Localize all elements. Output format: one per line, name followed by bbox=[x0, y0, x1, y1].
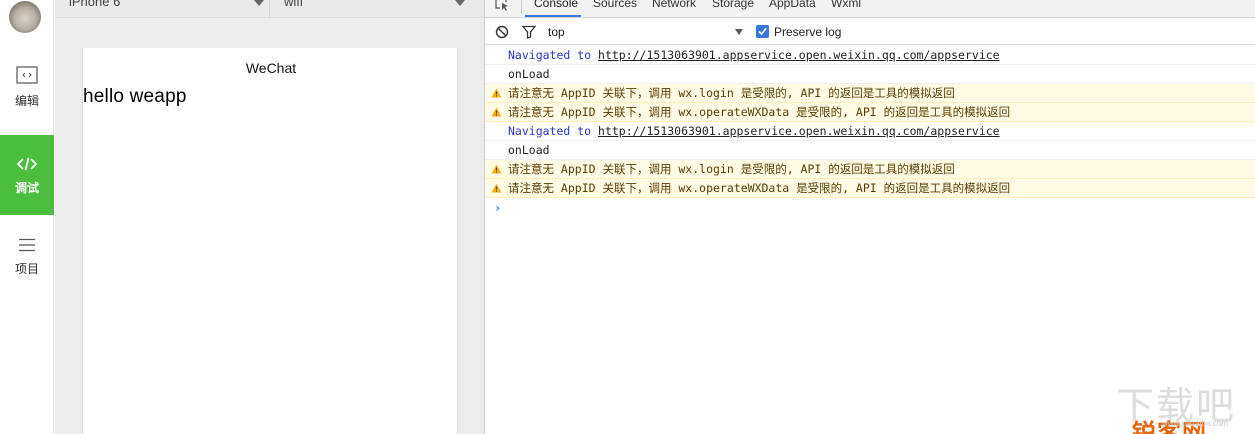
console-output: Navigated to http://1513063901.appservic… bbox=[485, 46, 1255, 218]
sidebar-item-debug[interactable]: 调试 bbox=[0, 135, 54, 215]
warning-icon bbox=[491, 107, 502, 117]
user-avatar[interactable] bbox=[9, 1, 41, 33]
navigated-prefix: Navigated to bbox=[508, 124, 599, 138]
active-tab-indicator bbox=[525, 15, 581, 17]
simulator-toolbar: iPhone 6 wifi bbox=[55, 0, 484, 18]
tab-wxml[interactable]: Wxml bbox=[831, 0, 861, 10]
context-select[interactable]: top bbox=[548, 25, 565, 39]
chevron-down-icon bbox=[455, 0, 465, 6]
tab-sources[interactable]: Sources bbox=[593, 0, 637, 10]
tab-console[interactable]: Console bbox=[534, 0, 578, 10]
device-select[interactable]: iPhone 6 bbox=[69, 0, 267, 16]
prompt-chevron-icon: › bbox=[494, 201, 502, 215]
console-row-warning: 请注意无 AppID 关联下，调用 wx.operateWXData 是受限的,… bbox=[485, 103, 1255, 122]
preserve-log-label[interactable]: Preserve log bbox=[774, 25, 841, 39]
tab-appdata[interactable]: AppData bbox=[769, 0, 816, 10]
network-select-value: wifi bbox=[284, 0, 303, 9]
menu-lines-icon bbox=[19, 238, 35, 252]
console-row-warning: 请注意无 AppID 关联下，调用 wx.login 是受限的, API 的返回… bbox=[485, 84, 1255, 103]
network-select[interactable]: wifi bbox=[284, 0, 468, 16]
phone-nav-title: WeChat bbox=[245, 60, 297, 76]
filter-icon[interactable] bbox=[522, 25, 536, 39]
tab-separator bbox=[521, 0, 522, 14]
console-prompt[interactable]: › bbox=[485, 198, 1255, 218]
chevron-down-icon bbox=[254, 0, 264, 6]
watermark-logo: 下载吧 锐客网 www.xiazaiba.com bbox=[1112, 375, 1252, 434]
console-row-navigated: Navigated to http://1513063901.appservic… bbox=[485, 46, 1255, 65]
console-row-log: onLoad bbox=[485, 141, 1255, 160]
navigated-url-link[interactable]: http://1513063901.appservice.open.weixin… bbox=[598, 48, 1000, 62]
navigated-prefix: Navigated to bbox=[508, 48, 599, 62]
page-content-text: hello weapp bbox=[83, 86, 187, 107]
phone-screen: WeChat hello weapp bbox=[82, 48, 458, 434]
sidebar-item-label: 项目 bbox=[14, 262, 39, 276]
code-brackets-icon bbox=[17, 157, 37, 171]
devtools-tabbar: Console Sources Network Storage AppData … bbox=[485, 0, 1255, 18]
chevron-down-icon[interactable] bbox=[735, 29, 743, 35]
device-select-value: iPhone 6 bbox=[69, 0, 121, 9]
warning-icon bbox=[491, 88, 502, 98]
preserve-log-checkbox[interactable] bbox=[756, 25, 769, 38]
checkmark-icon bbox=[758, 27, 767, 36]
code-window-icon bbox=[16, 66, 38, 84]
watermark-bottom-text: www.xiazaiba.com bbox=[1162, 419, 1228, 428]
inspect-element-icon[interactable] bbox=[494, 0, 510, 12]
simulator-panel: iPhone 6 wifi WeChat hello weapp bbox=[55, 0, 484, 434]
left-sidebar: 编辑 调试 项目 bbox=[0, 0, 54, 434]
log-text: onLoad bbox=[508, 67, 550, 81]
sidebar-item-label: 调试 bbox=[14, 181, 39, 195]
warning-icon bbox=[491, 183, 502, 193]
console-row-log: onLoad bbox=[485, 65, 1255, 84]
sidebar-item-label: 编辑 bbox=[14, 94, 39, 108]
clear-console-icon[interactable] bbox=[495, 25, 509, 39]
sidebar-item-editor[interactable]: 编辑 bbox=[0, 54, 54, 134]
console-row-navigated: Navigated to http://1513063901.appservic… bbox=[485, 122, 1255, 141]
console-toolbar: top Preserve log bbox=[485, 19, 1255, 45]
navigated-url-link[interactable]: http://1513063901.appservice.open.weixin… bbox=[598, 124, 1000, 138]
sidebar-item-project[interactable]: 项目 bbox=[0, 216, 54, 296]
console-row-warning: 请注意无 AppID 关联下，调用 wx.login 是受限的, API 的返回… bbox=[485, 160, 1255, 179]
console-row-warning: 请注意无 AppID 关联下，调用 wx.operateWXData 是受限的,… bbox=[485, 179, 1255, 198]
tab-network[interactable]: Network bbox=[652, 0, 696, 10]
log-text: onLoad bbox=[508, 143, 550, 157]
warning-text: 请注意无 AppID 关联下，调用 wx.login 是受限的, API 的返回… bbox=[508, 86, 955, 100]
warning-text: 请注意无 AppID 关联下，调用 wx.login 是受限的, API 的返回… bbox=[508, 162, 955, 176]
warning-icon bbox=[491, 164, 502, 174]
toolbar-divider bbox=[269, 0, 270, 18]
warning-text: 请注意无 AppID 关联下，调用 wx.operateWXData 是受限的,… bbox=[508, 105, 1011, 119]
devtools-panel: Console Sources Network Storage AppData … bbox=[484, 0, 1255, 434]
warning-text: 请注意无 AppID 关联下，调用 wx.operateWXData 是受限的,… bbox=[508, 181, 1011, 195]
tab-storage[interactable]: Storage bbox=[712, 0, 754, 10]
